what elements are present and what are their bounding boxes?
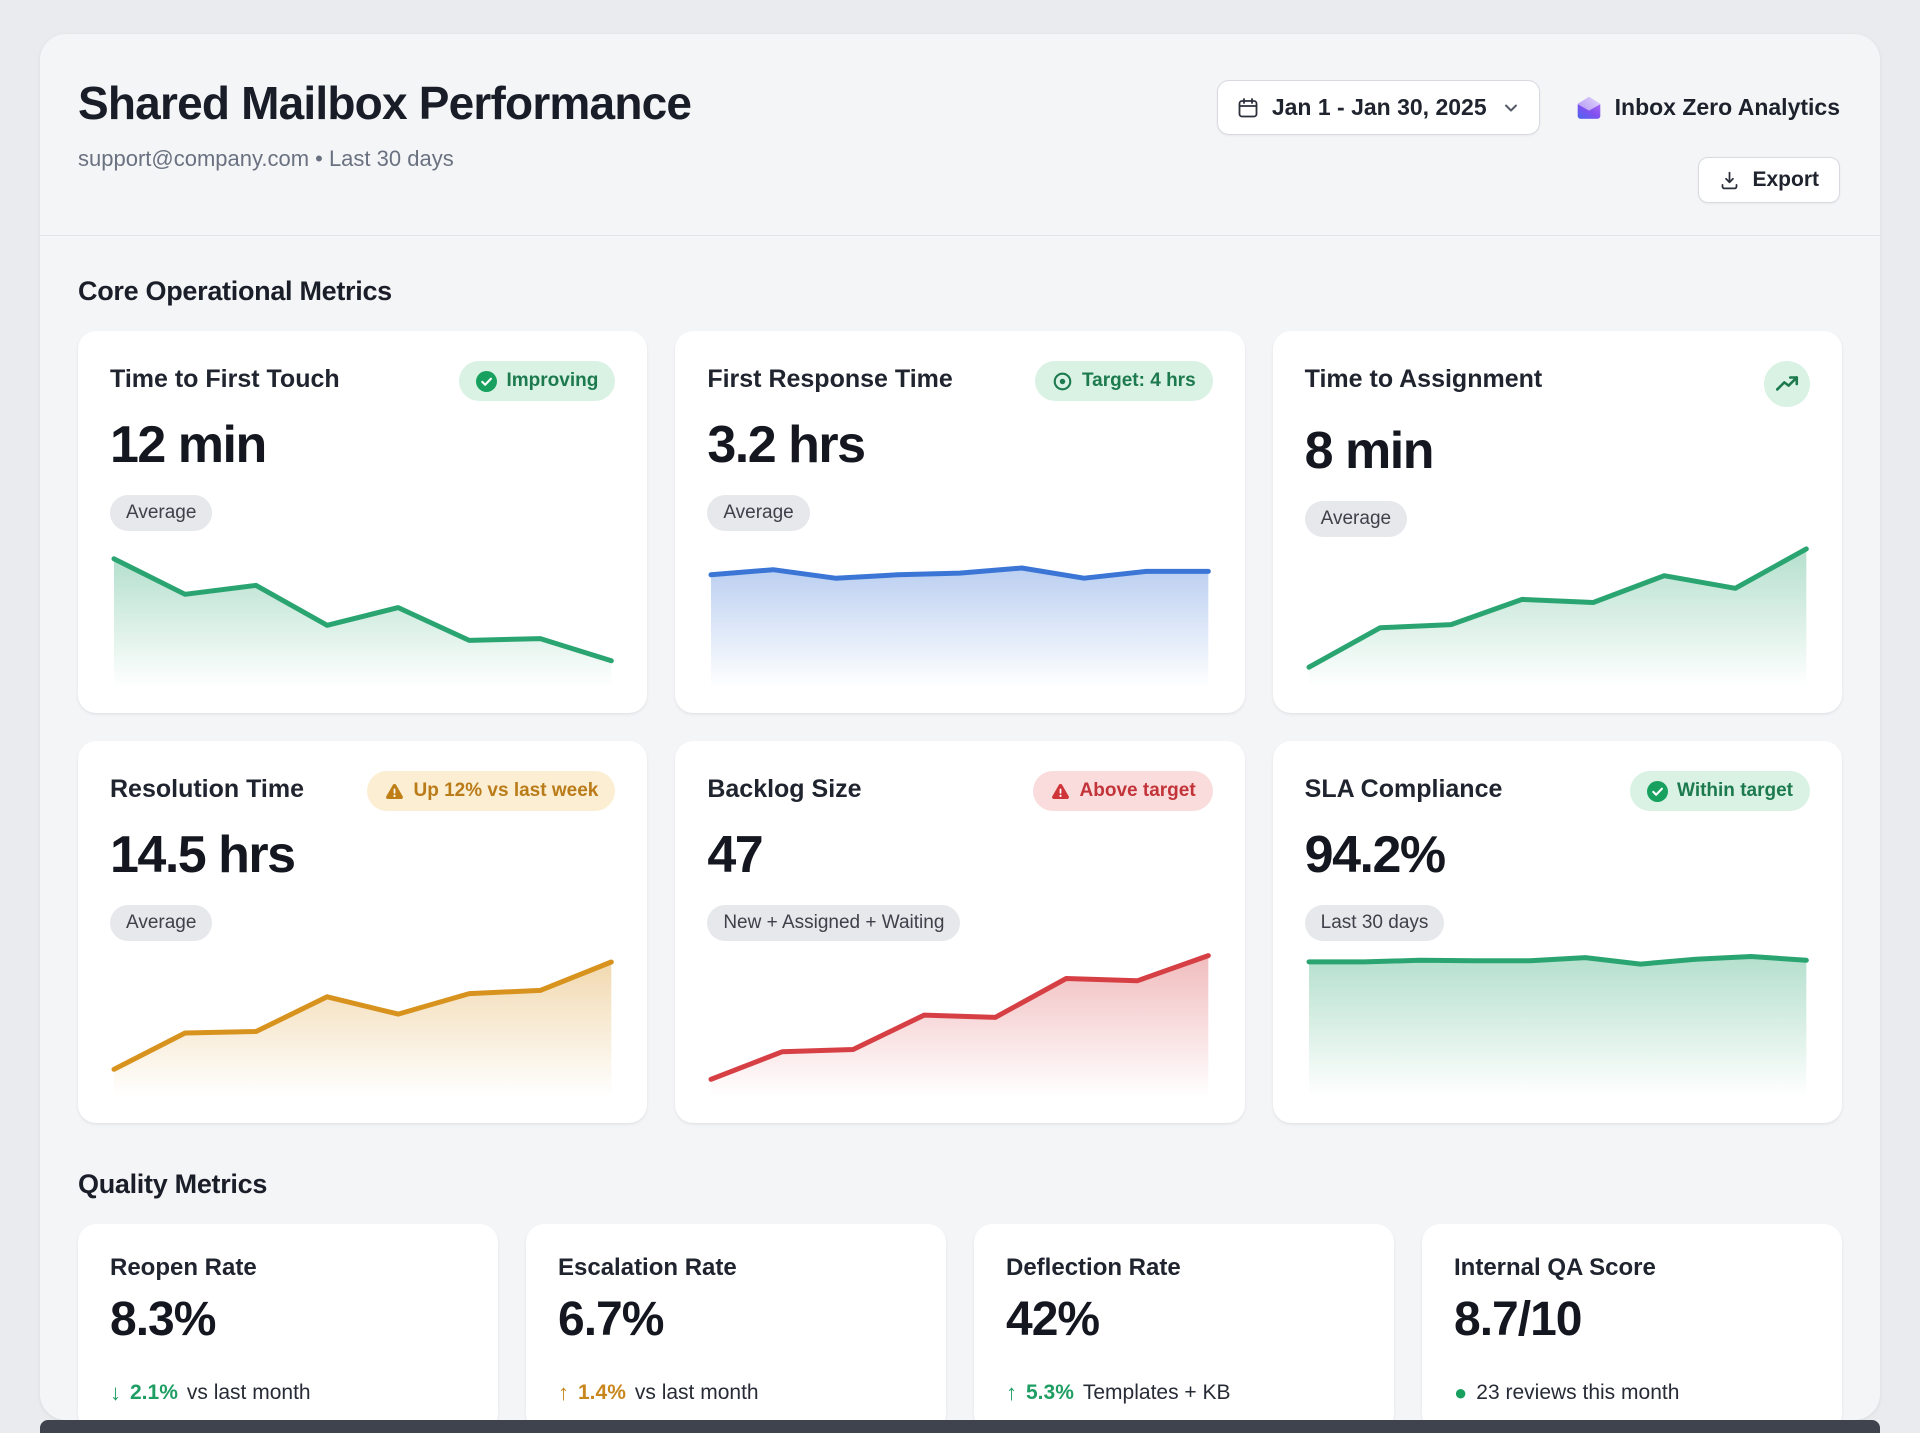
- target-icon: [1052, 371, 1073, 392]
- delta-label: vs last month: [635, 1381, 759, 1405]
- status-badge-improving: Improving: [459, 361, 615, 401]
- bottom-bar: [40, 1420, 1880, 1433]
- brand-name: Inbox Zero Analytics: [1615, 94, 1840, 121]
- metric-pill: Last 30 days: [1305, 905, 1445, 941]
- badge-label: Above target: [1080, 780, 1196, 802]
- brand: Inbox Zero Analytics: [1574, 93, 1840, 123]
- warning-triangle-icon: [384, 781, 405, 802]
- warning-triangle-icon: [1050, 781, 1071, 802]
- resolution-time-sparkline: [110, 947, 615, 1097]
- delta-label: 23 reviews this month: [1476, 1381, 1679, 1405]
- metric-card-resolution-time: Resolution Time Up 12% vs last week 14.5…: [78, 741, 647, 1123]
- metric-title: Escalation Rate: [558, 1254, 914, 1282]
- section-heading-quality-metrics: Quality Metrics: [78, 1169, 1842, 1200]
- green-dot-icon: ●: [1454, 1380, 1467, 1406]
- metric-value: 3.2 hrs: [707, 415, 1212, 475]
- metric-value: 47: [707, 825, 1212, 885]
- delta-value: 1.4%: [578, 1381, 626, 1405]
- metric-value: 8 min: [1305, 421, 1810, 481]
- arrow-down-icon: ↓: [110, 1380, 121, 1406]
- metric-delta: ↓ 2.1% vs last month: [110, 1380, 466, 1406]
- metric-pill: Average: [1305, 501, 1407, 537]
- status-badge-within-target: Within target: [1630, 771, 1810, 811]
- calendar-icon: [1236, 96, 1260, 120]
- metric-card-internal-qa-score: Internal QA Score 8.7/10 ● 23 reviews th…: [1422, 1224, 1842, 1420]
- metric-value: 6.7%: [558, 1292, 914, 1347]
- metric-title: Reopen Rate: [110, 1254, 466, 1282]
- metric-value: 12 min: [110, 415, 615, 475]
- first-response-time-sparkline: [707, 537, 1212, 687]
- time-to-assignment-sparkline: [1305, 537, 1810, 687]
- header-left: Shared Mailbox Performance support@compa…: [78, 76, 691, 172]
- metric-value: 8.3%: [110, 1292, 466, 1347]
- metric-card-sla-compliance: SLA Compliance Within target 94.2% Last …: [1273, 741, 1842, 1123]
- dashboard-panel: Shared Mailbox Performance support@compa…: [40, 34, 1880, 1420]
- metric-delta: ● 23 reviews this month: [1454, 1380, 1810, 1406]
- core-metrics-grid: Time to First Touch Improving 12 min Ave…: [78, 331, 1842, 1123]
- metric-card-time-to-first-touch: Time to First Touch Improving 12 min Ave…: [78, 331, 647, 713]
- metric-value: 14.5 hrs: [110, 825, 615, 885]
- metric-pill: Average: [707, 495, 809, 531]
- export-label: Export: [1752, 168, 1819, 192]
- section-heading-core-metrics: Core Operational Metrics: [78, 276, 1842, 307]
- quality-metrics-grid: Reopen Rate 8.3% ↓ 2.1% vs last month Es…: [78, 1224, 1842, 1420]
- metric-pill: Average: [110, 495, 212, 531]
- metric-pill: Average: [110, 905, 212, 941]
- badge-label: Up 12% vs last week: [414, 780, 599, 802]
- check-circle-icon: [1647, 781, 1668, 802]
- metric-card-deflection-rate: Deflection Rate 42% ↑ 5.3% Templates + K…: [974, 1224, 1394, 1420]
- metric-title: Resolution Time: [110, 771, 304, 804]
- backlog-size-sparkline: [707, 947, 1212, 1097]
- metric-delta: ↑ 5.3% Templates + KB: [1006, 1380, 1362, 1406]
- metric-pill: New + Assigned + Waiting: [707, 905, 960, 941]
- header-right: Jan 1 - Jan 30, 2025: [1217, 76, 1840, 203]
- trending-up-icon: [1764, 361, 1810, 407]
- metric-title: SLA Compliance: [1305, 771, 1503, 804]
- metric-value: 8.7/10: [1454, 1292, 1810, 1347]
- metric-title: Backlog Size: [707, 771, 861, 804]
- metric-card-backlog-size: Backlog Size Above target 47 New + Assig…: [675, 741, 1244, 1123]
- page-subtitle: support@company.com • Last 30 days: [78, 146, 691, 172]
- metric-delta: ↑ 1.4% vs last month: [558, 1380, 914, 1406]
- date-range-label: Jan 1 - Jan 30, 2025: [1272, 94, 1487, 121]
- metric-card-reopen-rate: Reopen Rate 8.3% ↓ 2.1% vs last month: [78, 1224, 498, 1420]
- page-title: Shared Mailbox Performance: [78, 76, 691, 130]
- metric-title: First Response Time: [707, 361, 952, 394]
- export-button[interactable]: Export: [1698, 157, 1840, 203]
- time-to-first-touch-sparkline: [110, 537, 615, 687]
- metric-card-escalation-rate: Escalation Rate 6.7% ↑ 1.4% vs last mont…: [526, 1224, 946, 1420]
- chevron-down-icon: [1501, 98, 1521, 118]
- arrow-up-icon: ↑: [558, 1380, 569, 1406]
- status-badge-warning: Up 12% vs last week: [367, 771, 616, 811]
- metric-value: 42%: [1006, 1292, 1362, 1347]
- delta-label: vs last month: [187, 1381, 311, 1405]
- metric-title: Internal QA Score: [1454, 1254, 1810, 1282]
- badge-label: Target: 4 hrs: [1082, 370, 1196, 392]
- status-badge-target: Target: 4 hrs: [1035, 361, 1213, 401]
- delta-label: Templates + KB: [1083, 1381, 1231, 1405]
- delta-value: 2.1%: [130, 1381, 178, 1405]
- date-range-picker[interactable]: Jan 1 - Jan 30, 2025: [1217, 80, 1540, 135]
- badge-label: Improving: [506, 370, 598, 392]
- metric-title: Time to First Touch: [110, 361, 340, 394]
- status-badge-above-target: Above target: [1033, 771, 1213, 811]
- content: Core Operational Metrics Time to First T…: [40, 236, 1880, 1420]
- header: Shared Mailbox Performance support@compa…: [40, 34, 1880, 236]
- sla-compliance-sparkline: [1305, 947, 1810, 1097]
- check-circle-icon: [476, 371, 497, 392]
- metric-card-first-response-time: First Response Time Target: 4 hrs 3.2 hr…: [675, 331, 1244, 713]
- inbox-zero-logo-icon: [1574, 93, 1604, 123]
- badge-label: Within target: [1677, 780, 1793, 802]
- metric-card-time-to-assignment: Time to Assignment 8 min Average: [1273, 331, 1842, 713]
- delta-value: 5.3%: [1026, 1381, 1074, 1405]
- metric-value: 94.2%: [1305, 825, 1810, 885]
- arrow-up-icon: ↑: [1006, 1380, 1017, 1406]
- download-icon: [1719, 170, 1740, 191]
- metric-title: Deflection Rate: [1006, 1254, 1362, 1282]
- metric-title: Time to Assignment: [1305, 361, 1543, 394]
